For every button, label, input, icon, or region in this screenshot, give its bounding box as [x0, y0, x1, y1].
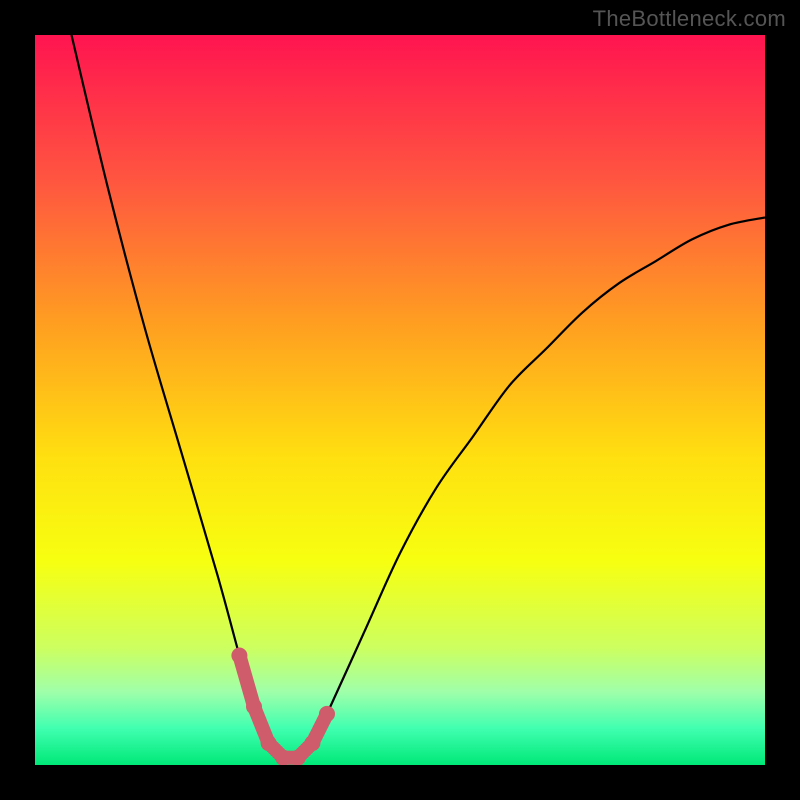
chart-frame: TheBottleneck.com — [0, 0, 800, 800]
bottleneck-curve — [35, 35, 765, 765]
plot-area — [35, 35, 765, 765]
watermark-text: TheBottleneck.com — [593, 6, 786, 32]
curve-highlight — [231, 648, 335, 766]
curve-line-icon — [72, 35, 766, 760]
